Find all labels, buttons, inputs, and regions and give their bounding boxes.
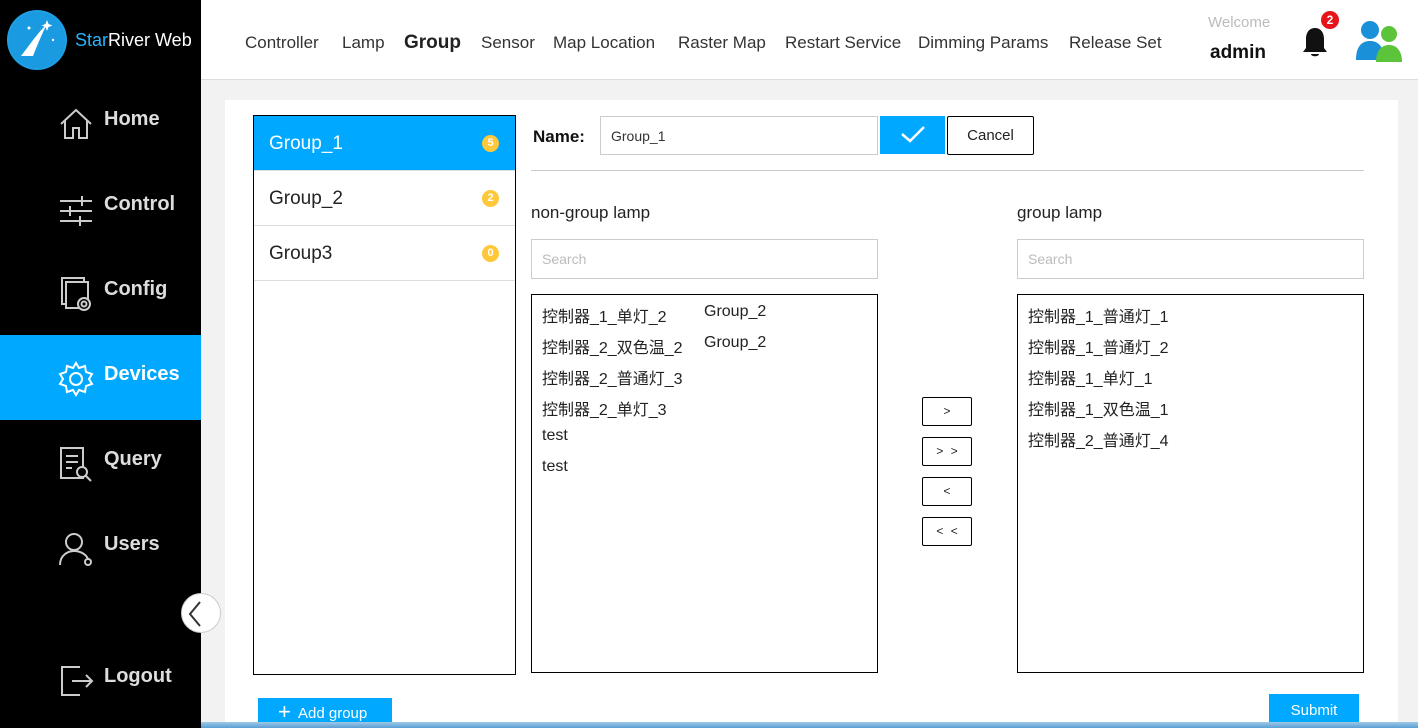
gear-icon: [58, 361, 94, 397]
group-lamp-search-input[interactable]: [1017, 239, 1364, 279]
move-all-right-button[interactable]: > >: [922, 437, 972, 466]
tab-group[interactable]: Group: [404, 32, 461, 54]
list-item[interactable]: 控制器_1_双色温_1: [1018, 394, 1363, 425]
sidebar-item-control[interactable]: Control: [0, 165, 201, 250]
bell-icon[interactable]: [1301, 26, 1329, 60]
move-left-button[interactable]: <: [922, 477, 972, 506]
sidebar-item-users[interactable]: Users: [0, 505, 201, 590]
lamp-name: 控制器_1_双色温_1: [1028, 402, 1169, 419]
cancel-button[interactable]: Cancel: [947, 116, 1034, 155]
notification-badge: 2: [1321, 11, 1339, 29]
tab-dimming-params[interactable]: Dimming Params: [918, 33, 1048, 53]
group-count-badge: 2: [482, 190, 499, 207]
home-icon: [58, 106, 94, 142]
sidebar-item-devices[interactable]: Devices: [0, 335, 201, 420]
sidebar-item-label: Control: [104, 193, 176, 215]
list-item[interactable]: 控制器_2_普通灯_4: [1018, 425, 1363, 456]
chevron-left-icon: [188, 601, 201, 627]
lamp-name: 控制器_2_单灯_3: [542, 402, 667, 419]
tab-release-set[interactable]: Release Set: [1069, 33, 1162, 53]
group-name: Group3: [269, 243, 333, 264]
sidebar: StarRiver Web Home Control Config Device…: [0, 0, 221, 728]
list-item[interactable]: 控制器_2_双色温_2 Group_2: [532, 332, 877, 363]
username: admin: [1210, 42, 1266, 63]
group-lamp-list: 控制器_1_普通灯_1 控制器_1_普通灯_2 控制器_1_单灯_1 控制器_1…: [1017, 294, 1364, 673]
add-group-label: Add group: [298, 705, 368, 722]
group-item[interactable]: Group_1 5: [254, 116, 515, 171]
sidebar-item-label: Query: [104, 448, 162, 470]
lamp-name: 控制器_1_单灯_2: [542, 309, 667, 326]
tab-map-location[interactable]: Map Location: [553, 33, 655, 53]
config-icon: [58, 276, 94, 312]
move-all-left-button[interactable]: < <: [922, 517, 972, 546]
sidebar-item-label: Devices: [104, 363, 180, 385]
sidebar-item-home[interactable]: Home: [0, 80, 201, 165]
sidebar-item-logout[interactable]: Logout: [0, 637, 201, 722]
group-list: Group_1 5 Group_2 2 Group3 0: [253, 115, 516, 675]
list-item[interactable]: 控制器_1_普通灯_1: [1018, 301, 1363, 332]
tab-sensor[interactable]: Sensor: [481, 33, 535, 53]
checkmark-icon: [900, 125, 925, 143]
top-navigation: Controller Lamp Group Sensor Map Locatio…: [201, 0, 1418, 80]
group-name: Group_2: [269, 188, 343, 209]
window-bottom-edge: [201, 722, 1418, 728]
list-item[interactable]: test: [532, 425, 877, 456]
tab-restart-service[interactable]: Restart Service: [785, 33, 901, 53]
tab-lamp[interactable]: Lamp: [342, 33, 385, 53]
starriver-logo-icon: [7, 10, 67, 70]
group-count-badge: 5: [482, 135, 499, 152]
document-search-icon: [58, 446, 94, 482]
lamp-name: test: [542, 427, 568, 444]
sidebar-item-config[interactable]: Config: [0, 250, 201, 335]
list-item[interactable]: 控制器_2_单灯_3: [532, 394, 877, 425]
lamp-name: 控制器_2_双色温_2: [542, 340, 683, 357]
list-item[interactable]: 控制器_1_单灯_2 Group_2: [532, 301, 877, 332]
non-group-search-input[interactable]: [531, 239, 878, 279]
lamp-name: 控制器_1_单灯_1: [1028, 371, 1153, 388]
list-item[interactable]: test: [532, 456, 877, 487]
group-item[interactable]: Group3 0: [254, 226, 515, 281]
lamp-current-group: Group_2: [704, 303, 767, 320]
logout-icon: [58, 663, 94, 699]
lamp-name: test: [542, 458, 568, 475]
tab-controller[interactable]: Controller: [245, 33, 319, 53]
sliders-icon: [58, 191, 94, 227]
lamp-name: 控制器_2_普通灯_3: [542, 371, 683, 388]
group-item[interactable]: Group_2 2: [254, 171, 515, 226]
list-item[interactable]: 控制器_1_单灯_1: [1018, 363, 1363, 394]
move-right-button[interactable]: >: [922, 397, 972, 426]
sidebar-item-label: Logout: [104, 665, 172, 687]
confirm-button[interactable]: [880, 116, 945, 154]
sidebar-item-label: Home: [104, 108, 160, 130]
lamp-name: 控制器_1_普通灯_1: [1028, 309, 1169, 326]
tab-raster-map[interactable]: Raster Map: [678, 33, 766, 53]
group-count-badge: 0: [482, 245, 499, 262]
sidebar-item-query[interactable]: Query: [0, 420, 201, 505]
non-group-lamp-list: 控制器_1_单灯_2 Group_2 控制器_2_双色温_2 Group_2 控…: [531, 294, 878, 673]
group-lamp-title: group lamp: [1017, 203, 1103, 222]
sidebar-item-label: Users: [104, 533, 160, 555]
user-icon: [58, 531, 94, 567]
welcome-text: Welcome: [1208, 14, 1271, 31]
group-name: Group_1: [269, 133, 343, 154]
app-logo[interactable]: StarRiver Web: [0, 0, 201, 80]
divider: [531, 170, 1364, 171]
non-group-lamp-title: non-group lamp: [531, 203, 651, 222]
name-label: Name:: [533, 127, 585, 146]
list-item[interactable]: 控制器_2_普通灯_3: [532, 363, 877, 394]
lamp-current-group: Group_2: [704, 334, 767, 351]
collapse-sidebar-button[interactable]: [181, 593, 221, 633]
sidebar-item-label: Config: [104, 278, 168, 300]
group-name-input[interactable]: [600, 116, 878, 155]
lamp-name: 控制器_2_普通灯_4: [1028, 433, 1169, 450]
lamp-name: 控制器_1_普通灯_2: [1028, 340, 1169, 357]
avatar[interactable]: [1354, 16, 1404, 66]
app-title: StarRiver Web: [75, 30, 192, 50]
list-item[interactable]: 控制器_1_普通灯_2: [1018, 332, 1363, 363]
